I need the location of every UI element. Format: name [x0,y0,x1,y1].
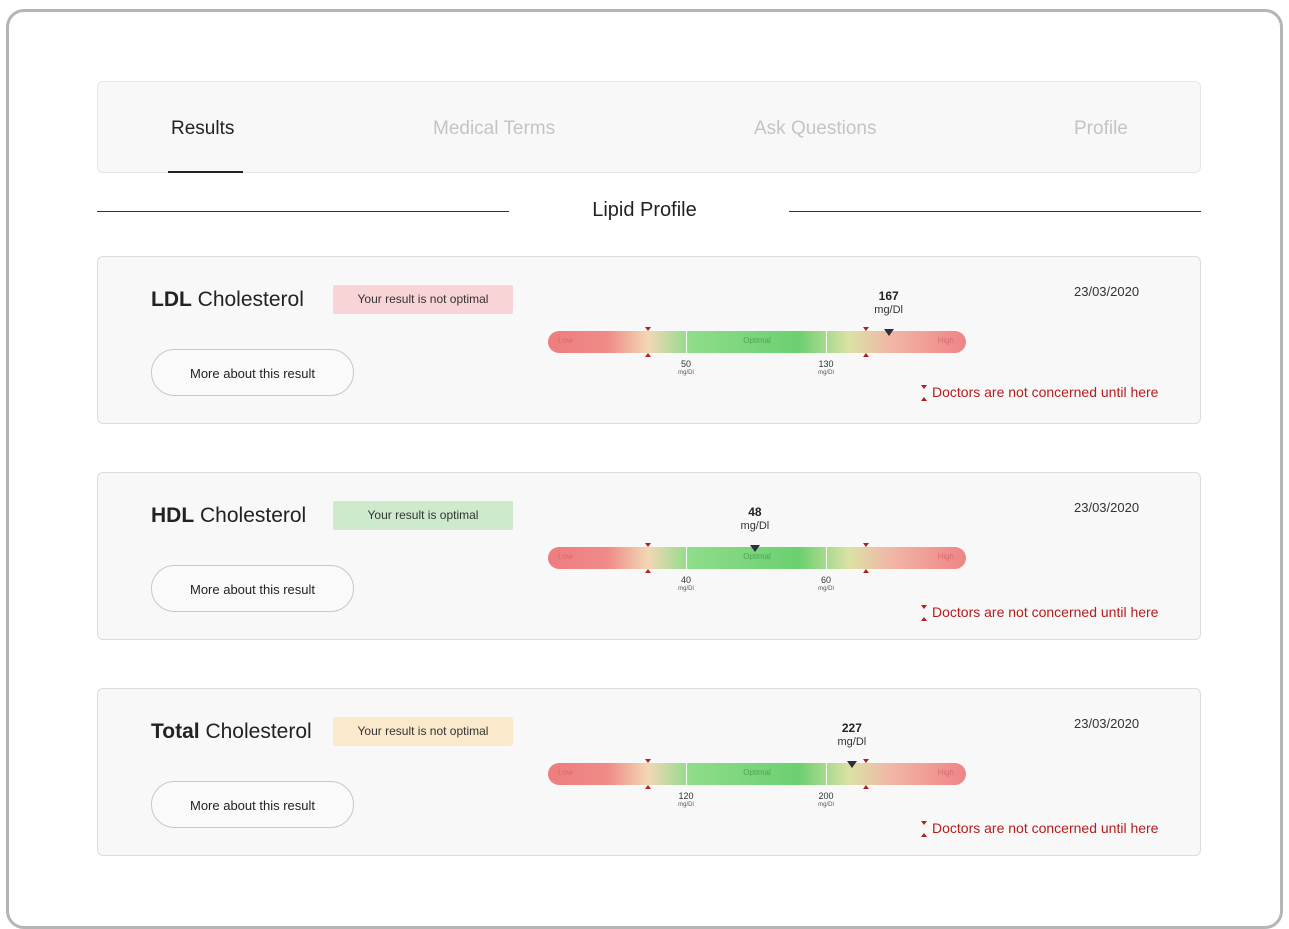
bar-optimal-label: Optimal [743,768,771,777]
status-badge: Your result is not optimal [333,717,513,746]
tab-results[interactable]: Results [171,118,234,140]
threshold-marker-icon [920,385,928,402]
tick-low [686,763,687,785]
value-marker-icon [749,545,760,552]
tab-medical-terms[interactable]: Medical Terms [433,118,555,140]
tick-high [826,547,827,569]
threshold-marker-icon [645,569,651,573]
result-card-hdl: HDL Cholesterol Your result is optimal M… [97,472,1201,640]
bar-optimal-label: Optimal [743,336,771,345]
status-badge: Your result is optimal [333,501,513,530]
tick-label-low: 40 mg/Dl [678,575,694,592]
tick-high [826,763,827,785]
threshold-marker-icon [863,569,869,573]
tick-label-high: 60 mg/Dl [818,575,834,592]
threshold-marker-icon [863,327,869,331]
doctor-note: Doctors are not concerned until here [920,820,1158,838]
tick-high [826,331,827,353]
range-gauge: Low Optimal High 120 mg/Dl 200 mg/Dl [548,759,968,808]
value-marker-icon [883,329,894,336]
threshold-marker-icon [920,821,928,838]
bar-high-label: High [937,552,954,561]
doctor-note: Doctors are not concerned until here [920,384,1158,402]
threshold-marker-icon [920,605,928,622]
more-about-result-button[interactable]: More about this result [151,349,354,396]
bar-optimal-label: Optimal [743,552,771,561]
threshold-marker-icon [863,785,869,789]
threshold-marker-icon [863,759,869,763]
range-gauge: Low Optimal High 40 mg/Dl 60 mg/Dl [548,543,968,592]
result-title: Total Cholesterol [151,720,312,743]
result-value: 227 mg/Dl [837,721,867,748]
bar-high-label: High [937,336,954,345]
result-title: HDL Cholesterol [151,504,307,527]
result-value: 48 mg/Dl [740,505,770,532]
threshold-marker-icon [645,785,651,789]
result-card-ldl: LDL Cholesterol Your result is not optim… [97,256,1201,424]
result-value: 167 mg/Dl [874,289,904,316]
tab-bar: Results Medical Terms Ask Questions Prof… [97,81,1201,173]
result-title: LDL Cholesterol [151,288,304,311]
bar-high-label: High [937,768,954,777]
tick-label-high: 130 mg/Dl [818,359,834,376]
tick-low [686,547,687,569]
tick-label-low: 120 mg/Dl [678,791,694,808]
status-badge: Your result is not optimal [333,285,513,314]
threshold-marker-icon [863,543,869,547]
tab-ask-questions[interactable]: Ask Questions [754,118,877,140]
more-about-result-button[interactable]: More about this result [151,565,354,612]
result-date: 23/03/2020 [1074,500,1140,515]
threshold-marker-icon [645,759,651,763]
result-date: 23/03/2020 [1074,284,1140,299]
threshold-marker-icon [645,543,651,547]
active-tab-underline [168,171,243,173]
threshold-marker-icon [863,353,869,357]
doctor-note: Doctors are not concerned until here [920,604,1158,622]
tick-label-high: 200 mg/Dl [818,791,834,808]
more-about-result-button[interactable]: More about this result [151,781,354,828]
threshold-marker-icon [645,353,651,357]
tab-profile[interactable]: Profile [1074,118,1128,140]
range-bar: Low Optimal High [548,331,966,353]
section-divider-right [789,211,1201,212]
value-marker-icon [846,761,857,768]
range-gauge: Low Optimal High 50 mg/Dl 130 mg/Dl [548,327,968,376]
threshold-marker-icon [645,327,651,331]
tick-label-low: 50 mg/Dl [678,359,694,376]
result-date: 23/03/2020 [1074,716,1140,731]
result-card-total: Total Cholesterol Your result is not opt… [97,688,1201,856]
range-bar: Low Optimal High [548,763,966,785]
tick-low [686,331,687,353]
